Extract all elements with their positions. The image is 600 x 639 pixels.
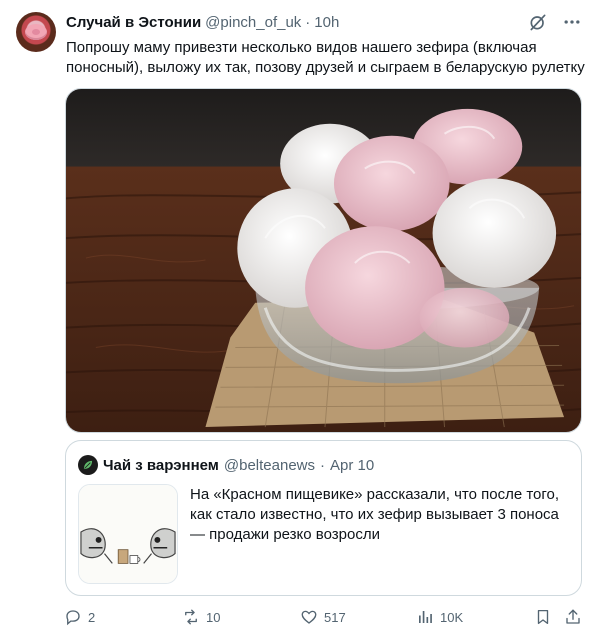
timestamp[interactable]: 10h [314, 14, 339, 31]
share-icon [566, 609, 580, 624]
share-button[interactable] [564, 608, 582, 626]
action-bar: 2 10 517 10K [64, 608, 584, 630]
reply-button[interactable]: 2 [64, 608, 95, 626]
quote-author-name: Чай з варэннем [103, 456, 219, 474]
quote-thumbnail [78, 484, 178, 584]
author-name[interactable]: Случай в Эстонии [66, 14, 201, 31]
author-avatar[interactable] [16, 12, 56, 52]
tweet-header: Случай в Эстонии @pinch_of_uk · 10h [66, 14, 339, 31]
quote-author-handle: @belteanews [223, 456, 315, 474]
reply-count: 2 [88, 609, 96, 625]
quote-header: Чай з варэннем @belteanews · Apr 10 [78, 455, 374, 475]
like-button[interactable]: 517 [300, 608, 346, 626]
bookmark-button[interactable] [534, 608, 552, 626]
tweet-text: Попрошу маму привезти несколько видов на… [66, 39, 585, 76]
quote-separator-dot: · [320, 456, 325, 474]
reply-icon [66, 610, 80, 626]
leaf-icon [83, 460, 93, 470]
views-icon [419, 611, 432, 623]
views-button[interactable]: 10K [416, 608, 463, 626]
tweet: Случай в Эстонии @pinch_of_uk · 10h Попр… [0, 0, 600, 639]
bookmark-icon [537, 609, 549, 625]
views-count: 10K [440, 609, 464, 625]
repost-button[interactable]: 10 [182, 608, 220, 626]
pig-icon [25, 24, 47, 40]
quoted-tweet[interactable]: Чай з варэннем @belteanews · Apr 10 На «… [65, 440, 582, 596]
author-handle[interactable]: @pinch_of_uk [205, 14, 301, 31]
cartoon-thumbnail [79, 485, 177, 583]
heart-icon [301, 610, 317, 624]
quote-text: На «Красном пищевике» рассказали, что по… [190, 486, 560, 543]
more-icon[interactable] [562, 12, 582, 32]
grok-icon[interactable] [528, 12, 548, 32]
header-icons [528, 12, 582, 32]
quote-author-avatar [78, 455, 98, 475]
repost-count: 10 [206, 609, 221, 625]
quote-timestamp: Apr 10 [330, 456, 375, 474]
tweet-image[interactable] [65, 88, 582, 433]
marshmallow-photo [66, 89, 581, 432]
separator-dot: · [305, 14, 311, 31]
repost-icon [185, 609, 197, 625]
like-count: 517 [324, 609, 346, 625]
